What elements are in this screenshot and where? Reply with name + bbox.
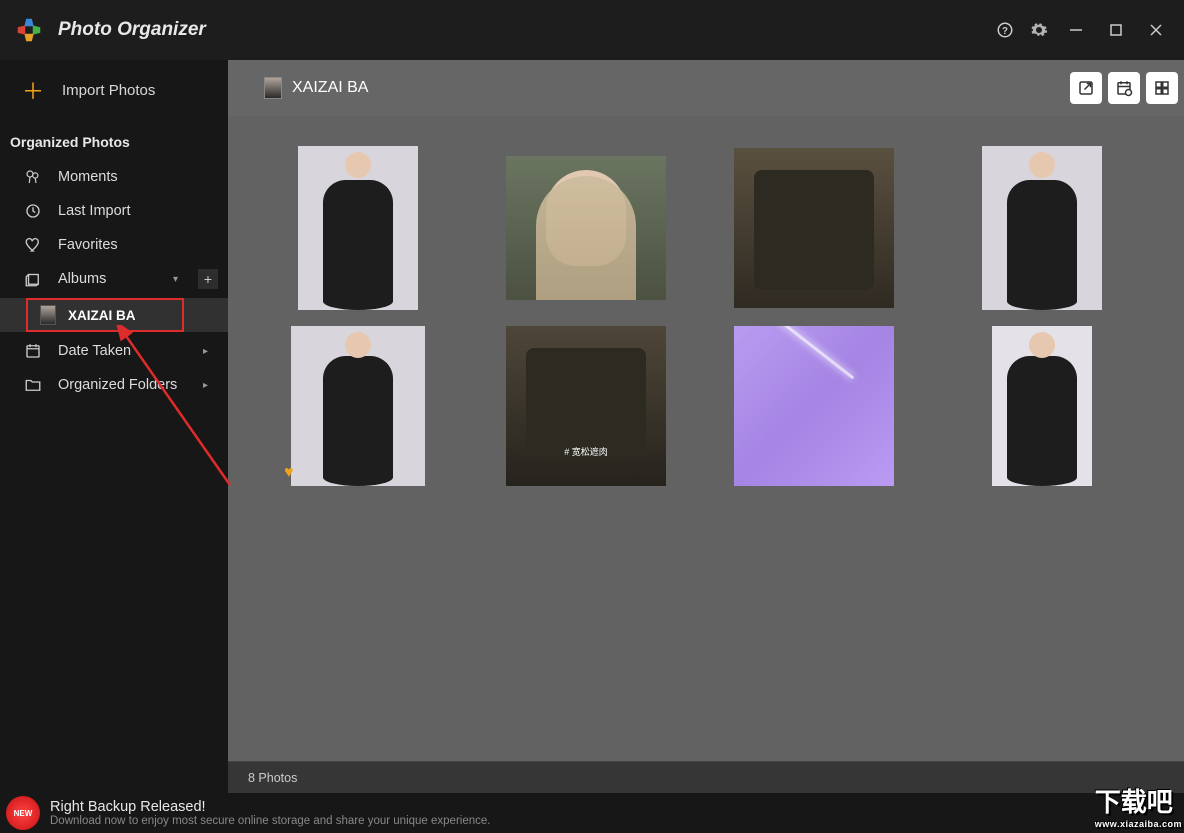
album-item-label: XAIZAI BA — [68, 308, 136, 323]
header-thumb-icon — [264, 77, 282, 99]
new-badge-icon: NEW — [6, 796, 40, 830]
plus-icon: ＋ — [22, 74, 44, 106]
photo-item[interactable] — [734, 324, 894, 488]
calendar-view-button[interactable] — [1108, 72, 1140, 104]
promo-title: Right Backup Released! — [50, 799, 490, 815]
help-button[interactable]: ? — [988, 13, 1022, 47]
photo-item[interactable] — [962, 324, 1122, 488]
chevron-right-icon: ▸ — [203, 380, 208, 391]
photo-item[interactable]: # 宽松遮肉 — [506, 324, 666, 488]
svg-text:?: ? — [1002, 26, 1008, 37]
app-logo-icon — [14, 15, 44, 45]
clock-icon — [22, 200, 44, 222]
promo-banner[interactable]: NEW Right Backup Released! Download now … — [0, 793, 1184, 833]
content-header: XAIZAI BA — [228, 60, 1184, 116]
photo-grid: ♥ # 宽松遮肉 — [278, 146, 1134, 488]
sidebar-item-label: Favorites — [58, 237, 118, 253]
folder-icon — [22, 374, 44, 396]
calendar-icon — [22, 340, 44, 362]
title-bar: Photo Organizer ? — [0, 0, 1184, 60]
sidebar-item-favorites[interactable]: Favorites — [0, 228, 228, 262]
minimize-button[interactable] — [1056, 14, 1096, 46]
sidebar-item-albums[interactable]: Albums ▾ + — [0, 262, 228, 296]
album-item-selected[interactable]: XAIZAI BA — [0, 298, 228, 332]
photo-count: 8 Photos — [248, 771, 297, 785]
album-thumb-icon — [40, 305, 56, 325]
section-header: Organized Photos — [0, 120, 228, 160]
chevron-down-icon: ▾ — [173, 274, 178, 285]
status-bar: 8 Photos — [228, 761, 1184, 793]
photo-caption: # 宽松遮肉 — [506, 445, 666, 458]
album-icon — [22, 268, 44, 290]
add-album-button[interactable]: + — [198, 269, 218, 289]
settings-button[interactable] — [1022, 13, 1056, 47]
photo-grid-area: ♥ # 宽松遮肉 — [228, 116, 1184, 761]
app-title: Photo Organizer — [58, 19, 206, 41]
photo-item[interactable] — [734, 146, 894, 310]
main-content: XAIZAI BA ♥ # 宽松遮肉 — [228, 60, 1184, 793]
photo-item[interactable] — [506, 146, 666, 310]
sidebar-item-last-import[interactable]: Last Import — [0, 194, 228, 228]
photo-item[interactable] — [962, 146, 1122, 310]
sidebar-item-label: Organized Folders — [58, 377, 177, 393]
heart-icon — [22, 234, 44, 256]
import-label: Import Photos — [62, 82, 155, 99]
favorite-icon: ♥ — [284, 464, 294, 482]
import-photos-button[interactable]: ＋ Import Photos — [0, 60, 228, 120]
sidebar: ＋ Import Photos Organized Photos Moments… — [0, 60, 228, 793]
photo-item[interactable]: ♥ — [278, 324, 438, 488]
sidebar-item-label: Date Taken — [58, 343, 131, 359]
sidebar-item-date-taken[interactable]: Date Taken ▸ — [0, 334, 228, 368]
close-button[interactable] — [1136, 14, 1176, 46]
photo-item[interactable] — [278, 146, 438, 310]
chevron-right-icon: ▸ — [203, 346, 208, 357]
sidebar-item-moments[interactable]: Moments — [0, 160, 228, 194]
sidebar-item-label: Moments — [58, 169, 118, 185]
export-button[interactable] — [1070, 72, 1102, 104]
maximize-button[interactable] — [1096, 14, 1136, 46]
grid-view-button[interactable] — [1146, 72, 1178, 104]
page-title: XAIZAI BA — [292, 79, 368, 97]
sidebar-item-label: Albums — [58, 271, 106, 287]
sidebar-item-label: Last Import — [58, 203, 131, 219]
promo-subtitle: Download now to enjoy most secure online… — [50, 815, 490, 827]
balloons-icon — [22, 166, 44, 188]
sidebar-item-organized-folders[interactable]: Organized Folders ▸ — [0, 368, 228, 402]
